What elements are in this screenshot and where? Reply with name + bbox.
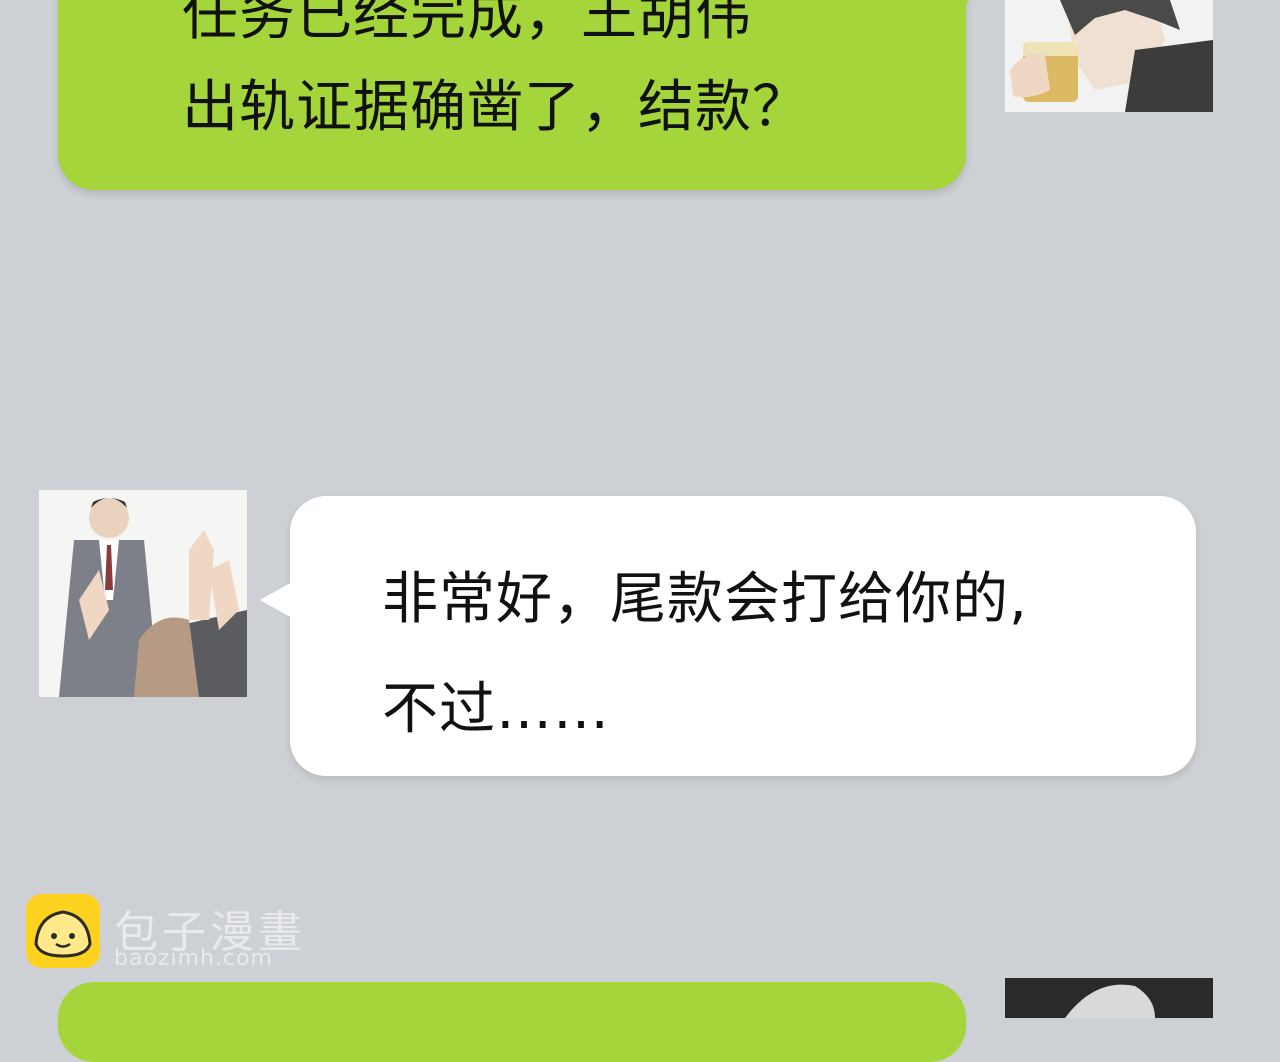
avatar-client[interactable] [39, 490, 247, 697]
message-line: 非常好，尾款会打给你的, [382, 567, 1028, 632]
avatar-next[interactable] [1005, 978, 1213, 1018]
avatar-self-icon [1005, 0, 1213, 112]
message-line: 任务已经完成，王胡伟 [182, 0, 752, 48]
message-line: 不过…… [382, 677, 610, 742]
message-bubble-sent-partial[interactable] [58, 982, 966, 1062]
avatar-next-icon [1005, 978, 1213, 1018]
message-bubble-received[interactable]: 非常好，尾款会打给你的, 不过…… [260, 496, 1196, 776]
baozi-logo-icon [26, 894, 100, 968]
watermark-url: baozimh.com [114, 946, 273, 971]
avatar-client-icon [39, 490, 247, 697]
message-line: 出轨证据确凿了，结款？ [182, 75, 809, 140]
avatar-self[interactable] [1005, 0, 1213, 112]
watermark: 包子漫畫 baozimh.com [26, 894, 326, 974]
message-bubble-sent[interactable]: 任务已经完成，王胡伟 出轨证据确凿了，结款？ [58, 0, 988, 190]
